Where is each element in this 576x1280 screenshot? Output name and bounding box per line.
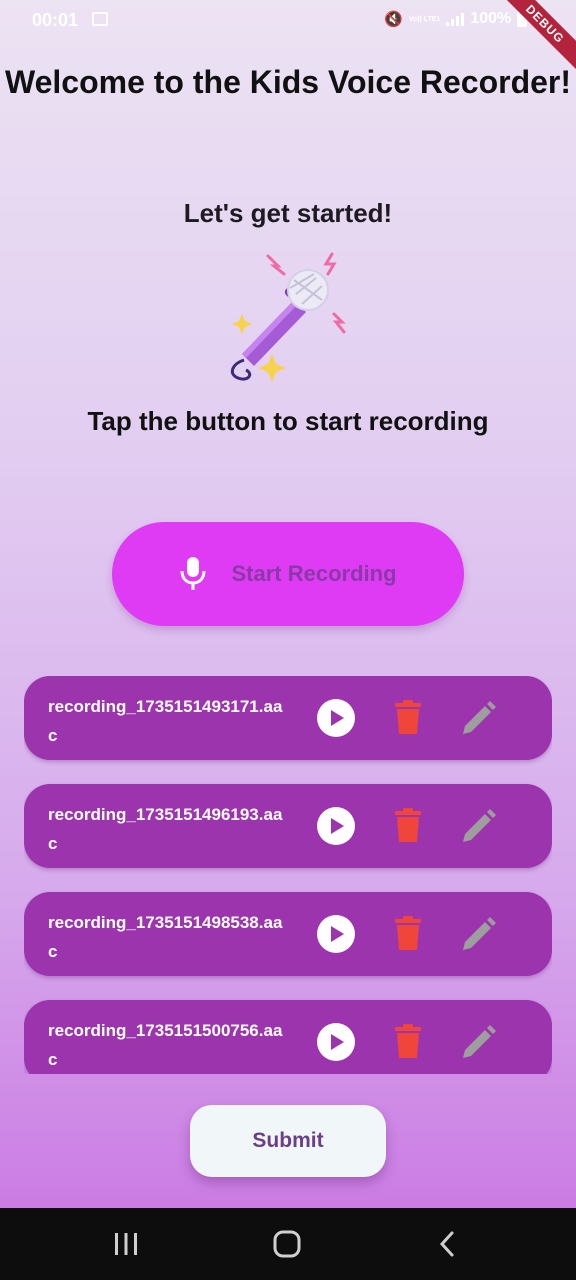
status-time: 00:01 bbox=[32, 10, 79, 30]
recent-apps-icon[interactable] bbox=[112, 1230, 140, 1258]
microphone-illustration bbox=[230, 252, 346, 382]
system-nav-bar bbox=[0, 1208, 576, 1280]
recording-item: recording_1735151496193.aac bbox=[24, 784, 552, 868]
recording-filename: recording_1735151498538.aac bbox=[48, 913, 283, 961]
network-type-label: Vo)) LTE1 bbox=[408, 15, 441, 23]
recording-filename: recording_1735151496193.aac bbox=[48, 805, 283, 853]
pencil-icon[interactable] bbox=[461, 700, 497, 736]
play-icon bbox=[331, 818, 344, 834]
trash-icon[interactable] bbox=[394, 1024, 422, 1058]
recording-filename: recording_1735151500756.aac bbox=[48, 1021, 283, 1069]
pencil-icon[interactable] bbox=[461, 1024, 497, 1060]
trash-icon[interactable] bbox=[394, 808, 422, 842]
recording-item: recording_1735151498538.aac bbox=[24, 892, 552, 976]
submit-button[interactable]: Submit bbox=[190, 1105, 386, 1177]
recording-filename: recording_1735151493171.aac bbox=[48, 697, 283, 745]
back-icon[interactable] bbox=[436, 1230, 460, 1258]
mute-icon: 🔇 bbox=[384, 11, 403, 28]
pencil-icon[interactable] bbox=[461, 808, 497, 844]
play-button[interactable] bbox=[317, 699, 355, 737]
play-button[interactable] bbox=[317, 1023, 355, 1061]
recording-item: recording_1735151500756.aac bbox=[24, 1000, 552, 1074]
pencil-icon[interactable] bbox=[461, 916, 497, 952]
status-icons: 🔇 Vo)) LTE1 100% bbox=[384, 10, 528, 28]
play-icon bbox=[331, 926, 344, 942]
play-icon bbox=[331, 710, 344, 726]
page-title: Welcome to the Kids Voice Recorder! bbox=[4, 64, 572, 100]
trash-icon[interactable] bbox=[394, 700, 422, 734]
start-recording-label: Start Recording bbox=[231, 561, 397, 586]
play-button[interactable] bbox=[317, 807, 355, 845]
home-icon[interactable] bbox=[272, 1230, 302, 1258]
status-bar: 00:01 🔇 Vo)) LTE1 100% bbox=[0, 0, 576, 40]
play-button[interactable] bbox=[317, 915, 355, 953]
start-recording-button[interactable]: Start Recording bbox=[112, 522, 464, 626]
recordings-list[interactable]: recording_1735151493171.aac recording_17… bbox=[24, 676, 552, 1074]
trash-icon[interactable] bbox=[394, 916, 422, 950]
mic-icon bbox=[180, 557, 206, 590]
signal-icon bbox=[446, 12, 465, 26]
play-icon bbox=[331, 1034, 344, 1050]
page-subtitle: Let's get started! bbox=[183, 198, 393, 228]
battery-percent: 100% bbox=[470, 10, 512, 27]
recording-item: recording_1735151493171.aac bbox=[24, 676, 552, 760]
instruction-text: Tap the button to start recording bbox=[87, 406, 489, 436]
gallery-notification-icon bbox=[92, 12, 108, 26]
